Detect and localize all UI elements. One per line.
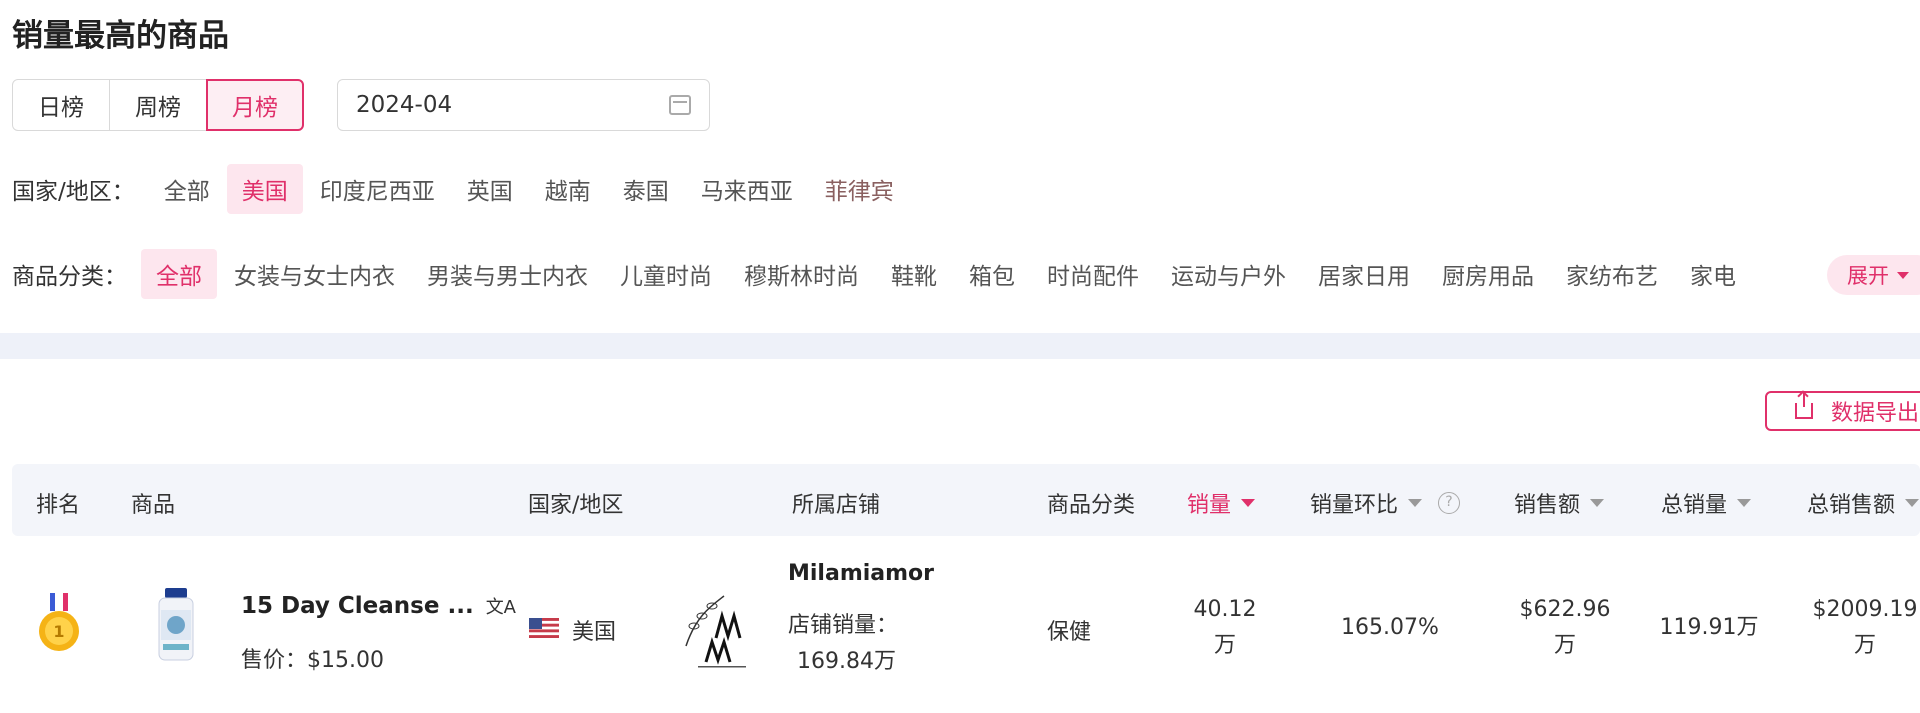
revenue-unit: 万: [1553, 633, 1576, 658]
upload-icon: [1795, 393, 1813, 419]
header-category: 商品分类: [1047, 493, 1136, 518]
category-option-shoes[interactable]: 鞋靴: [876, 249, 952, 299]
sort-icon: [1408, 499, 1423, 507]
product-image[interactable]: [155, 588, 197, 664]
month-picker[interactable]: 2024-04: [337, 79, 710, 131]
export-data-button[interactable]: 数据导出: [1765, 391, 1920, 431]
category-option-mens[interactable]: 男装与男士内衣: [412, 249, 603, 299]
gold-medal-icon: 1: [39, 593, 79, 651]
section-divider: [0, 333, 1920, 359]
sort-icon: [1737, 499, 1752, 507]
product-category: 保健: [1047, 620, 1092, 645]
category-option-all[interactable]: 全部: [141, 249, 217, 299]
country-filter-label: 国家/地区：: [12, 179, 135, 205]
category-option-sports[interactable]: 运动与户外: [1156, 249, 1301, 299]
total-revenue-value: $2009.19 万: [1810, 592, 1920, 664]
header-total-sales-label: 总销量: [1661, 493, 1728, 518]
shop-sales-label: 店铺销量：: [788, 613, 899, 638]
shop-name[interactable]: Milamiamor: [788, 561, 934, 586]
sort-icon: [1905, 499, 1920, 507]
country-option-all[interactable]: 全部: [149, 164, 225, 214]
country-option-indonesia[interactable]: 印度尼西亚: [305, 164, 450, 214]
us-flag-icon: [529, 618, 559, 638]
category-filter: 商品分类： 全部 女装与女士内衣 男装与男士内衣 儿童时尚 穆斯林时尚 鞋靴 箱…: [12, 249, 1753, 299]
category-option-accessories[interactable]: 时尚配件: [1032, 249, 1154, 299]
header-revenue[interactable]: 销售额: [1514, 487, 1605, 519]
caret-down-icon: [1897, 271, 1909, 279]
total-revenue-unit: 万: [1853, 633, 1876, 658]
header-total-revenue-label: 总销售额: [1807, 493, 1896, 518]
shop-logo[interactable]: [676, 586, 768, 672]
calendar-icon: [669, 95, 691, 115]
sales-number: 40.12: [1193, 597, 1257, 622]
category-option-muslim[interactable]: 穆斯林时尚: [729, 249, 874, 299]
export-label: 数据导出: [1831, 401, 1920, 426]
medal-rank-number: 1: [53, 622, 64, 641]
header-product: 商品: [131, 493, 176, 518]
category-option-home[interactable]: 居家日用: [1303, 249, 1425, 299]
category-option-kitchen[interactable]: 厨房用品: [1427, 249, 1549, 299]
total-sales-value: 119.91万: [1659, 615, 1759, 640]
product-country: 美国: [572, 620, 617, 645]
page-title: 销量最高的商品: [12, 18, 229, 54]
country-option-malaysia[interactable]: 马来西亚: [686, 164, 808, 214]
revenue-value: $622.96 万: [1510, 592, 1620, 664]
tab-weekly[interactable]: 周榜: [109, 79, 207, 131]
sort-icon: [1590, 499, 1605, 507]
expand-label: 展开: [1847, 264, 1889, 288]
country-option-philippines[interactable]: 菲律宾: [810, 164, 909, 214]
expand-categories-button[interactable]: 展开: [1827, 255, 1920, 295]
header-sales-mom[interactable]: 销量环比 ?: [1310, 487, 1461, 519]
category-option-textiles[interactable]: 家纺布艺: [1551, 249, 1673, 299]
period-tabs: 日榜 周榜 月榜: [12, 79, 304, 131]
sales-mom-value: 165.07%: [1341, 615, 1439, 640]
sales-unit: 万: [1213, 633, 1236, 658]
header-total-sales[interactable]: 总销量: [1661, 487, 1752, 519]
translate-icon[interactable]: 文A: [486, 593, 516, 619]
header-sales-mom-label: 销量环比: [1310, 493, 1399, 518]
header-sales-label: 销量: [1187, 493, 1232, 518]
tab-daily[interactable]: 日榜: [12, 79, 110, 131]
help-icon[interactable]: ?: [1438, 492, 1461, 514]
sales-value: 40.12 万: [1185, 592, 1265, 664]
country-option-thailand[interactable]: 泰国: [608, 164, 684, 214]
category-filter-label: 商品分类：: [12, 264, 127, 290]
month-picker-value: 2024-04: [356, 92, 453, 118]
category-option-appliances[interactable]: 家电: [1675, 249, 1751, 299]
sort-desc-icon: [1241, 499, 1256, 507]
country-filter: 国家/地区： 全部 美国 印度尼西亚 英国 越南 泰国 马来西亚 菲律宾: [12, 164, 911, 214]
country-option-vietnam[interactable]: 越南: [530, 164, 606, 214]
tab-monthly[interactable]: 月榜: [206, 79, 304, 131]
country-option-us[interactable]: 美国: [226, 164, 303, 214]
country-option-uk[interactable]: 英国: [452, 164, 528, 214]
total-revenue-number: $2009.19: [1812, 597, 1918, 622]
product-price: 售价：$15.00: [241, 648, 384, 673]
category-option-womens[interactable]: 女装与女士内衣: [219, 249, 410, 299]
header-sales[interactable]: 销量: [1187, 487, 1256, 519]
header-revenue-label: 销售额: [1514, 493, 1581, 518]
product-name[interactable]: 15 Day Cleanse ... 文A: [241, 593, 516, 619]
category-option-bags[interactable]: 箱包: [954, 249, 1030, 299]
shop-sales-value: 169.84万: [797, 649, 896, 674]
header-country: 国家/地区: [528, 493, 624, 518]
header-total-revenue[interactable]: 总销售额: [1807, 487, 1920, 519]
table-header: [12, 464, 1920, 536]
product-name-text: 15 Day Cleanse ...: [241, 593, 474, 619]
header-rank: 排名: [36, 493, 81, 518]
category-option-kids[interactable]: 儿童时尚: [605, 249, 727, 299]
header-shop: 所属店铺: [792, 493, 881, 518]
revenue-number: $622.96: [1519, 597, 1611, 622]
